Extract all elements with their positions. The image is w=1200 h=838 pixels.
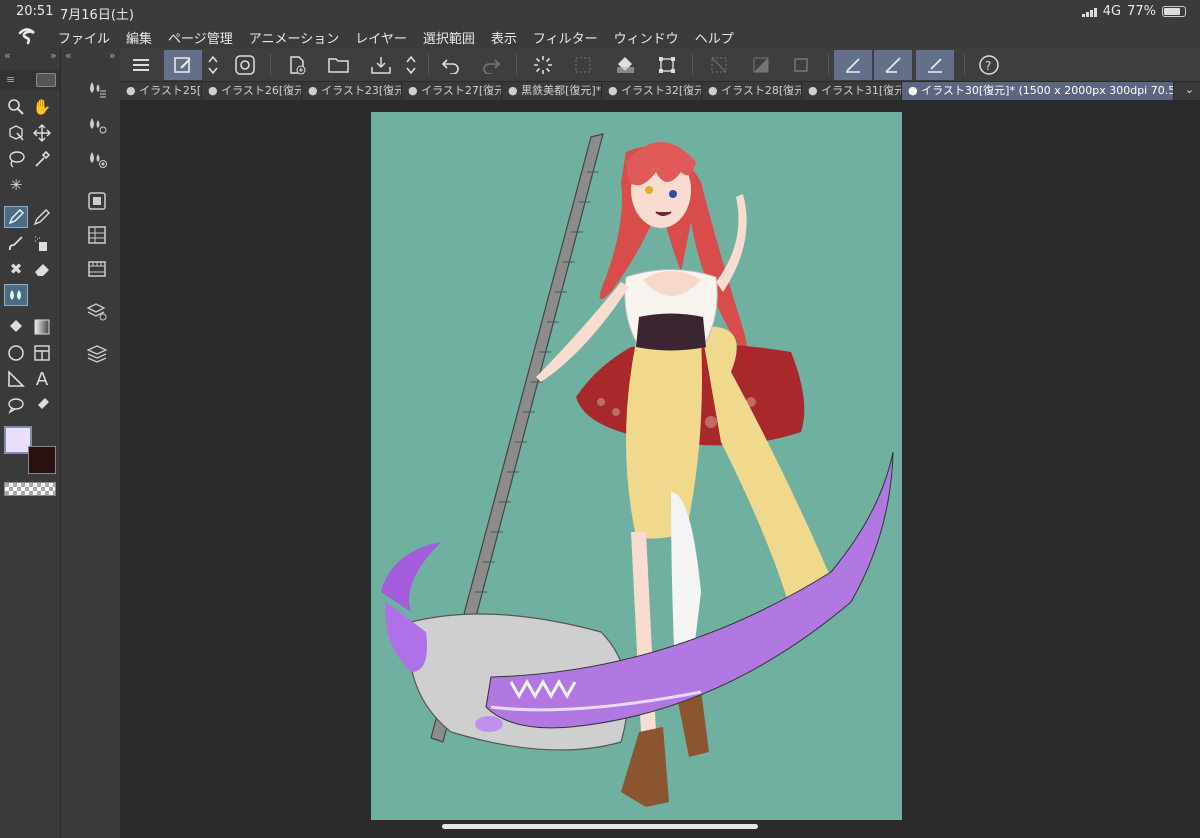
menu-edit[interactable]: 編集	[126, 28, 152, 47]
transparent-color-swatch[interactable]	[4, 482, 56, 496]
tool-palette: « » ≡ ✋ ✳ ✖ A	[0, 48, 60, 838]
gradient-icon[interactable]	[30, 316, 54, 338]
sub-color-swatch[interactable]	[28, 446, 56, 474]
brush-icon[interactable]	[4, 232, 28, 254]
tab-illust23[interactable]: ● イラスト23[復元	[302, 82, 402, 100]
tab-illust28[interactable]: ● イラスト28[復元	[702, 82, 802, 100]
menu-bar: ファイル 編集 ページ管理 アニメーション レイヤー 選択範囲 表示 フィルター…	[0, 24, 1200, 48]
frame-border-icon[interactable]	[30, 342, 54, 364]
undo-icon[interactable]	[432, 50, 470, 80]
snap-grid-icon[interactable]	[916, 50, 954, 80]
lasso-icon[interactable]	[4, 148, 28, 170]
blend-sub-tool-icon[interactable]	[85, 78, 109, 100]
redo-icon[interactable]	[472, 50, 510, 80]
tab-illust25[interactable]: ● イラスト25[復元	[120, 82, 202, 100]
fill-bucket-icon[interactable]	[606, 50, 644, 80]
tab-illust27[interactable]: ● イラスト27[復元	[402, 82, 502, 100]
pen-icon[interactable]	[4, 206, 28, 228]
hamburger-menu-icon[interactable]	[122, 50, 160, 80]
battery-icon	[1162, 6, 1186, 17]
sub-tool-panel: « »	[60, 48, 120, 838]
brush-size-icon[interactable]	[85, 148, 109, 170]
blend-icon[interactable]	[4, 284, 28, 306]
text-icon[interactable]: A	[30, 368, 54, 390]
artwork-illustration	[381, 133, 894, 807]
menu-animation[interactable]: アニメーション	[249, 28, 339, 47]
ruler-icon[interactable]	[4, 368, 28, 390]
figure-circle-icon[interactable]	[4, 342, 28, 364]
save-icon[interactable]	[362, 50, 400, 80]
home-indicator[interactable]	[442, 824, 758, 829]
svg-text:?: ?	[985, 59, 991, 73]
signal-icon	[1081, 7, 1097, 17]
eyedropper-icon[interactable]	[30, 148, 54, 170]
balloon-icon[interactable]	[4, 394, 28, 416]
document-tabs: ● イラスト25[復元 ● イラスト26[復元 ● イラスト23[復元 ● イラ…	[120, 82, 1200, 100]
collapse-left-icon[interactable]: «	[4, 49, 11, 62]
status-bar: 20:51 7月16日(土) 4G 77%	[0, 0, 1200, 24]
status-time: 20:51	[16, 4, 54, 19]
menu-window[interactable]: ウィンドウ	[614, 28, 679, 47]
collapse-left-icon[interactable]: «	[65, 49, 72, 62]
tone-icon[interactable]	[742, 50, 780, 80]
status-date: 7月16日(土)	[60, 8, 134, 23]
battery-percent: 77%	[1127, 4, 1156, 19]
snap-ruler-icon[interactable]	[834, 50, 872, 80]
help-icon[interactable]: ?	[970, 50, 1008, 80]
palette-menu-icon[interactable]: ≡	[6, 73, 15, 86]
palette-dropdown-chevron-icon[interactable]	[36, 73, 56, 87]
tool-property-icon[interactable]	[85, 114, 109, 136]
menu-selection[interactable]: 選択範囲	[423, 28, 475, 47]
menu-view[interactable]: 表示	[491, 28, 517, 47]
new-file-icon[interactable]	[278, 50, 316, 80]
canvas-area[interactable]	[120, 100, 1200, 838]
open-folder-icon[interactable]	[320, 50, 358, 80]
updown-arrow-icon[interactable]	[202, 50, 224, 80]
menu-layer[interactable]: レイヤー	[355, 28, 407, 47]
updown-arrow-icon[interactable]	[400, 50, 422, 80]
menu-file[interactable]: ファイル	[58, 28, 110, 47]
fill-icon[interactable]	[4, 316, 28, 338]
edit-layer-icon[interactable]	[164, 50, 202, 80]
menu-help[interactable]: ヘルプ	[695, 28, 734, 47]
menu-filter[interactable]: フィルター	[533, 28, 598, 47]
companion-app-icon[interactable]	[226, 50, 264, 80]
ruler-snap-icon[interactable]	[782, 50, 820, 80]
correct-line-icon[interactable]	[30, 394, 54, 416]
move-icon[interactable]	[30, 122, 54, 144]
layer-property-icon[interactable]	[85, 300, 109, 322]
clear-selection-icon[interactable]	[564, 50, 602, 80]
magic-wand-icon[interactable]: ✳	[4, 174, 28, 196]
eraser-icon[interactable]	[30, 258, 54, 280]
pencil-icon[interactable]	[30, 206, 54, 228]
tab-kurogane[interactable]: ● 黒鉄美都[復元]*	[502, 82, 602, 100]
tab-illust32[interactable]: ● イラスト32[復元	[602, 82, 702, 100]
decoration-icon[interactable]: ✖	[4, 258, 28, 280]
object-select-icon[interactable]	[4, 122, 28, 144]
expand-right-icon[interactable]: »	[50, 49, 57, 62]
zoom-icon[interactable]	[4, 96, 28, 118]
tab-illust26[interactable]: ● イラスト26[復元	[202, 82, 302, 100]
snap-special-ruler-icon[interactable]	[874, 50, 912, 80]
material-icon[interactable]	[85, 224, 109, 246]
app-logo-icon[interactable]	[16, 27, 38, 45]
navigator-icon[interactable]	[85, 190, 109, 212]
loading-spinner-icon[interactable]	[524, 50, 562, 80]
tab-overflow-chevron-icon[interactable]: ⌄	[1185, 83, 1194, 96]
hand-icon[interactable]: ✋	[30, 96, 54, 118]
menu-page[interactable]: ページ管理	[168, 28, 233, 47]
artwork-canvas[interactable]	[371, 112, 902, 820]
hide-selection-icon[interactable]	[700, 50, 738, 80]
layers-icon[interactable]	[85, 342, 109, 364]
expand-right-icon[interactable]: »	[109, 49, 116, 62]
airbrush-icon[interactable]	[30, 232, 54, 254]
command-bar: ?	[120, 48, 1200, 82]
tab-illust30[interactable]: ● イラスト30[復元]* (1500 x 2000px 300dpi 70.5…	[902, 82, 1174, 100]
tab-illust31[interactable]: ● イラスト31[復元	[802, 82, 902, 100]
transform-icon[interactable]	[648, 50, 686, 80]
timeline-icon[interactable]	[85, 258, 109, 280]
network-label: 4G	[1102, 4, 1122, 19]
